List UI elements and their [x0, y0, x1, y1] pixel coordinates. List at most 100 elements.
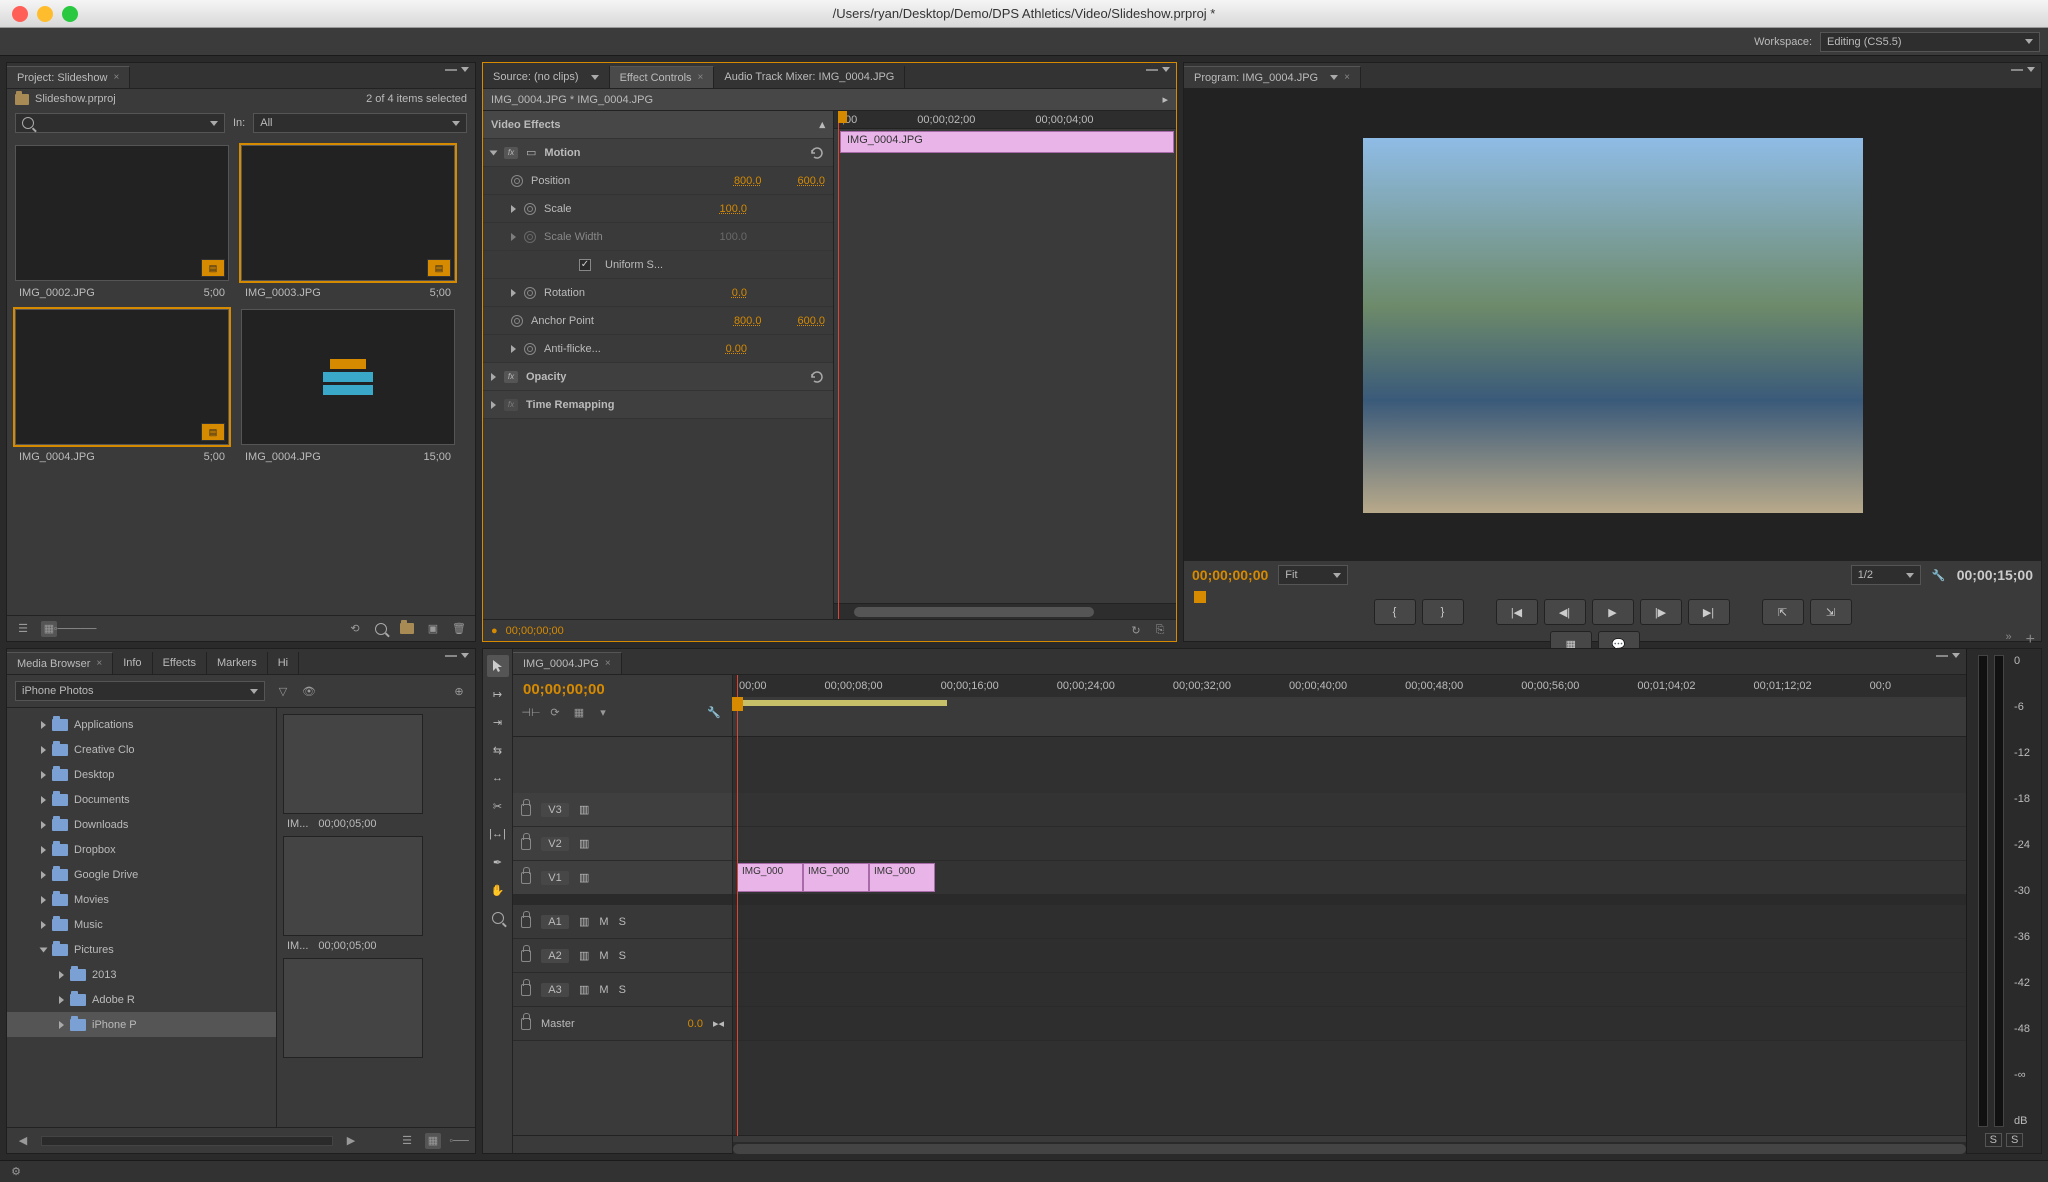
effect-ruler[interactable]: ;00 00;00;02;00 00;00;04;00	[834, 111, 1176, 129]
timeline-clip[interactable]: IMG_000	[803, 863, 869, 892]
zoom-slider[interactable]: ◦──	[451, 1133, 467, 1149]
go-to-in-button[interactable]: |◀	[1496, 599, 1538, 625]
close-icon[interactable]: ×	[1344, 72, 1350, 83]
folder-node[interactable]: Applications	[7, 712, 276, 737]
folder-node[interactable]: Pictures	[7, 937, 276, 962]
disclose-icon[interactable]	[41, 821, 46, 829]
checkbox-icon[interactable]	[579, 259, 591, 271]
project-tab[interactable]: Project: Slideshow×	[7, 66, 130, 88]
find-icon[interactable]	[373, 621, 389, 637]
track-name[interactable]: V3	[541, 803, 569, 817]
sync-lock-icon[interactable]: ▥	[579, 983, 589, 996]
linked-selection-icon[interactable]: ▦	[571, 704, 587, 720]
position-y[interactable]: 600.0	[797, 175, 825, 187]
timeline-clip[interactable]: IMG_000	[737, 863, 803, 892]
project-clip[interactable]: ▤IMG_0003.JPG5;00	[237, 141, 459, 301]
lock-icon[interactable]	[521, 838, 531, 850]
pen-tool[interactable]: ✒	[487, 851, 509, 873]
track-header[interactable]: V1▥	[513, 861, 732, 895]
effect-clip-bar[interactable]: IMG_0004.JPG	[840, 131, 1174, 153]
step-back-button[interactable]: ◀|	[1544, 599, 1586, 625]
panel-menu-icon[interactable]	[1936, 653, 1960, 658]
resolution-select[interactable]: 1/2	[1851, 565, 1921, 585]
status-icon[interactable]: ⚙	[8, 1164, 24, 1180]
media-item[interactable]: IM...00;00;05;00	[283, 836, 469, 954]
project-search[interactable]	[15, 113, 225, 133]
lift-button[interactable]: ⇱	[1762, 599, 1804, 625]
effect-scrollbar[interactable]	[834, 603, 1176, 619]
reset-icon[interactable]	[809, 146, 825, 160]
track-header[interactable]: A2▥MS	[513, 939, 732, 973]
disclose-icon[interactable]	[59, 996, 64, 1004]
lock-icon[interactable]	[521, 916, 531, 928]
keyframe-toggle[interactable]	[511, 175, 523, 187]
folder-node[interactable]: Downloads	[7, 812, 276, 837]
effect-controls-tab[interactable]: Effect Controls×	[610, 66, 715, 88]
folder-node[interactable]: Documents	[7, 787, 276, 812]
keyframe-toggle[interactable]	[524, 203, 536, 215]
effect-timeline[interactable]: ;00 00;00;02;00 00;00;04;00 IMG_0004.JPG	[833, 111, 1176, 619]
media-browser-tab[interactable]: Media Browser×	[7, 652, 113, 674]
uniform-scale[interactable]: Uniform S...	[483, 251, 833, 279]
track-header[interactable]: A1▥MS	[513, 905, 732, 939]
opacity-group[interactable]: fxOpacity	[483, 363, 833, 391]
panel-menu-icon[interactable]	[2011, 67, 2035, 72]
motion-group[interactable]: fx▭Motion	[483, 139, 833, 167]
razor-tool[interactable]: ✂	[487, 795, 509, 817]
folder-node[interactable]: iPhone P	[7, 1012, 276, 1037]
track-name[interactable]: A1	[541, 915, 569, 929]
mark-in-button[interactable]: {	[1374, 599, 1416, 625]
transform-icon[interactable]: ▭	[526, 146, 536, 159]
new-search-icon[interactable]: ⊕	[451, 683, 467, 699]
close-icon[interactable]: ×	[114, 72, 120, 83]
ripple-edit-tool[interactable]: ⇥	[487, 711, 509, 733]
mute-button[interactable]: M	[599, 984, 608, 996]
mark-out-button[interactable]: }	[1422, 599, 1464, 625]
track-lanes[interactable]: IMG_000IMG_000IMG_000	[733, 737, 1966, 1135]
workspace-select[interactable]: Editing (CS5.5)	[1820, 32, 2040, 52]
expand-icon[interactable]: ▸◂	[713, 1017, 724, 1030]
folder-node[interactable]: Desktop	[7, 762, 276, 787]
timeline-clip[interactable]: IMG_000	[869, 863, 935, 892]
project-clip[interactable]: IMG_0004.JPG15;00	[237, 305, 459, 465]
disclose-icon[interactable]	[40, 947, 48, 952]
position-x[interactable]: 800.0	[734, 175, 762, 187]
keyframe-toggle[interactable]	[524, 287, 536, 299]
program-tab[interactable]: Program: IMG_0004.JPG×	[1184, 66, 1361, 88]
disclose-icon[interactable]	[59, 1021, 64, 1029]
mute-button[interactable]: M	[599, 916, 608, 928]
close-icon[interactable]: ×	[605, 658, 611, 669]
panel-menu-icon[interactable]	[445, 67, 469, 72]
effect-timecode[interactable]: 00;00;00;00	[506, 625, 564, 637]
loop-icon[interactable]: ↻	[1128, 623, 1144, 639]
work-area-bar[interactable]	[733, 697, 1966, 711]
disclose-icon[interactable]	[41, 721, 46, 729]
track-name[interactable]: A3	[541, 983, 569, 997]
extract-button[interactable]: ⇲	[1810, 599, 1852, 625]
scrollbar[interactable]	[41, 1136, 333, 1146]
folder-node[interactable]: 2013	[7, 962, 276, 987]
playhead[interactable]	[838, 111, 839, 619]
project-clip[interactable]: ▤IMG_0004.JPG5;00	[11, 305, 233, 465]
playhead-icon[interactable]	[1194, 591, 1206, 603]
mute-button[interactable]: M	[599, 950, 608, 962]
project-clip[interactable]: ▤IMG_0002.JPG5;00	[11, 141, 233, 301]
info-tab[interactable]: Info	[113, 652, 152, 674]
disclose-icon[interactable]	[41, 796, 46, 804]
solo-left[interactable]: S	[1985, 1133, 2002, 1147]
track-name[interactable]: A2	[541, 949, 569, 963]
thumb-view-icon[interactable]: ▦	[425, 1133, 441, 1149]
panel-menu-icon[interactable]	[1146, 67, 1170, 72]
media-item[interactable]	[283, 958, 469, 1064]
audio-lane[interactable]	[733, 939, 1966, 973]
markers-tab[interactable]: Markers	[207, 652, 268, 674]
media-item[interactable]: IM...00;00;05;00	[283, 714, 469, 832]
fx-icon[interactable]: fx	[504, 371, 518, 383]
list-view-icon[interactable]: ☰	[15, 621, 31, 637]
play-button[interactable]: ▶	[1592, 599, 1634, 625]
folder-node[interactable]: Creative Clo	[7, 737, 276, 762]
effects-tab[interactable]: Effects	[153, 652, 207, 674]
drive-select[interactable]: iPhone Photos	[15, 681, 265, 701]
solo-button[interactable]: S	[619, 950, 626, 962]
audio-lane[interactable]	[733, 973, 1966, 1007]
